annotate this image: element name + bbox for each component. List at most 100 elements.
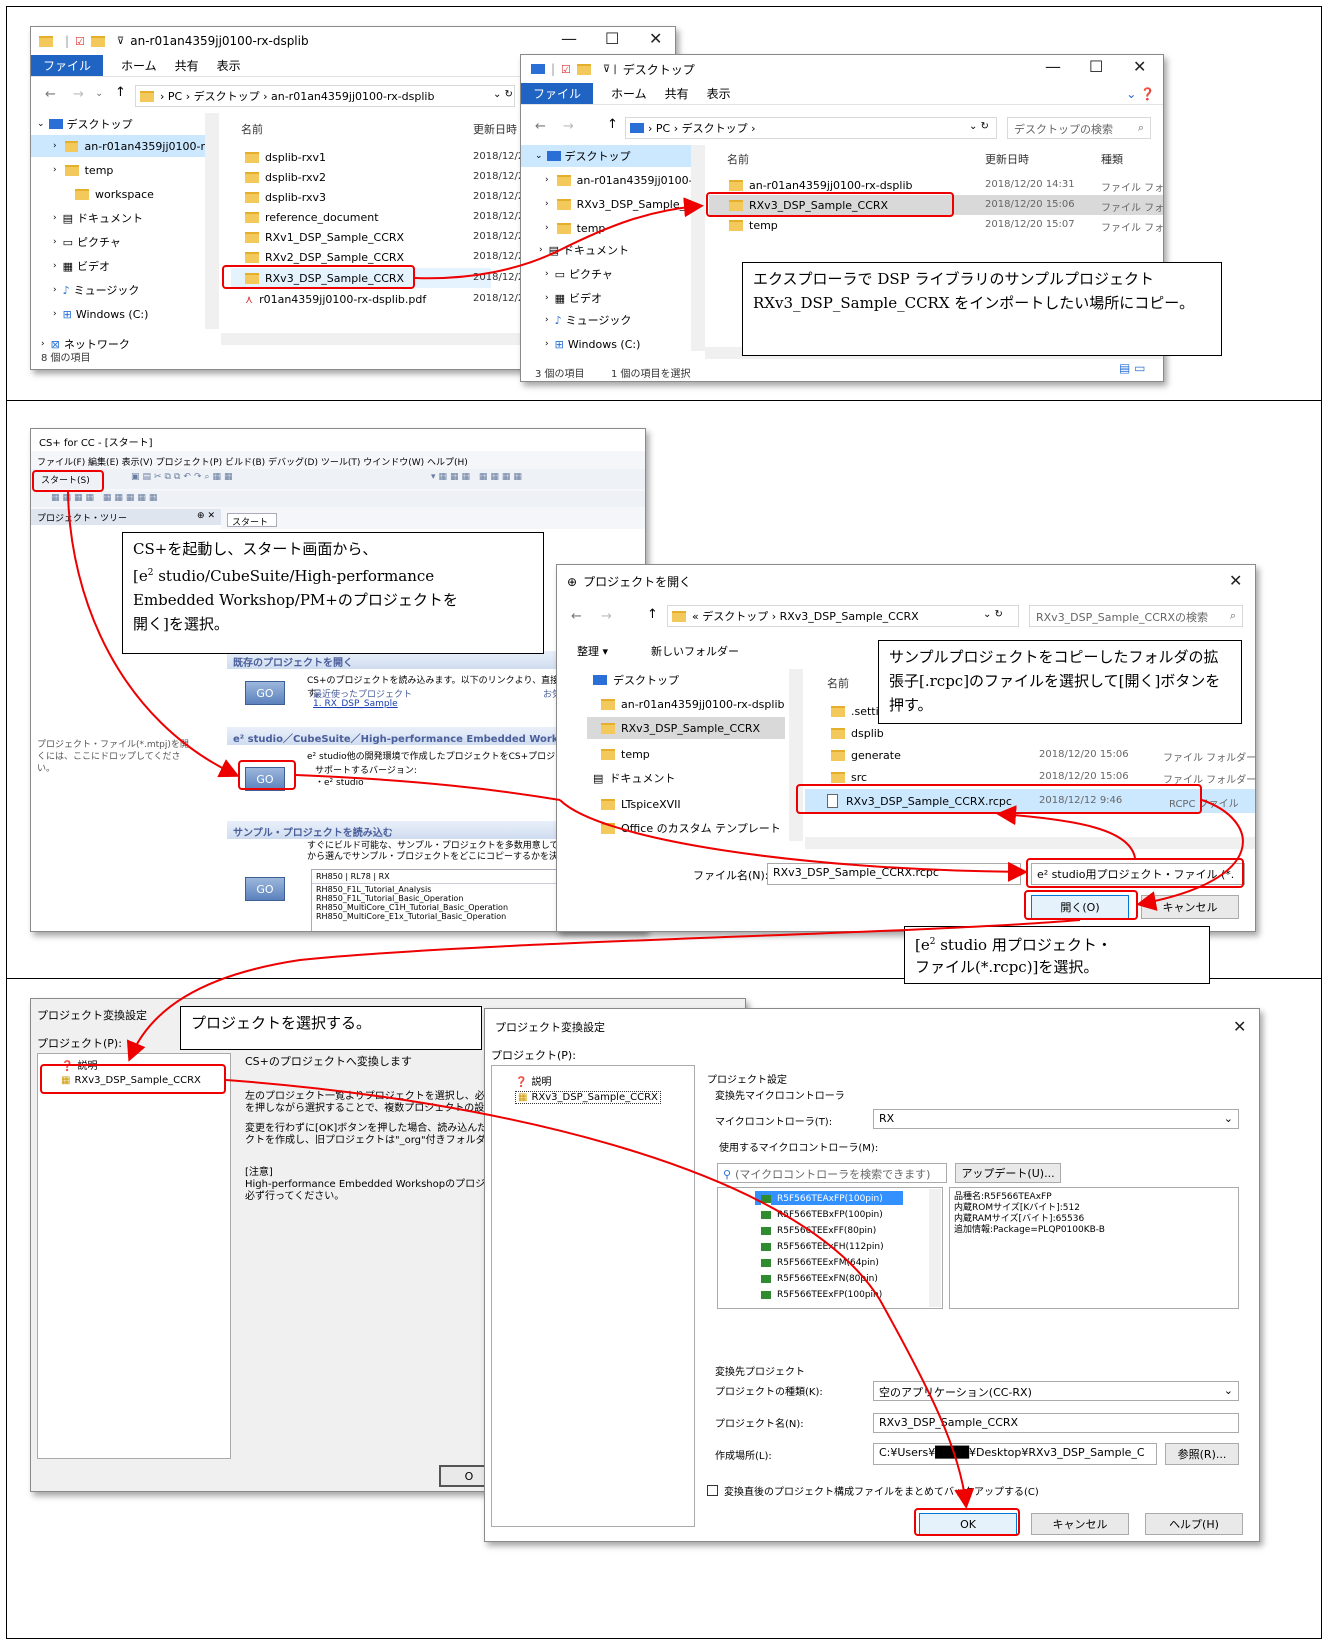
back-arrow-icon[interactable]: ← xyxy=(571,609,582,624)
up-arrow-icon[interactable]: ↑ xyxy=(647,607,658,622)
mcu-select[interactable]: RX ⌄ xyxy=(873,1109,1239,1129)
nav-dsplib[interactable]: an-r01an4359jj0100-rx-dsplib xyxy=(601,693,784,715)
mcu-list-scrollbar[interactable] xyxy=(929,1189,941,1307)
nav-dsplib[interactable]: › an-r01an4359jj0100-r xyxy=(31,135,205,157)
list-item[interactable]: R5F566TEExFH(112pin) xyxy=(777,1239,884,1255)
list-item[interactable]: R5F566TEExFP(100pin) xyxy=(777,1287,884,1303)
nav-desktop[interactable]: ⌄ デスクトップ xyxy=(37,113,133,135)
mcu-search-input[interactable]: ⚲ (マイクロコントローラを検索できます) xyxy=(717,1163,947,1183)
refresh-icon[interactable]: ⌄ ↻ xyxy=(983,609,1003,620)
nav-scrollbar[interactable] xyxy=(691,145,705,351)
file-row[interactable]: reference_document xyxy=(245,207,379,227)
back-arrow-icon[interactable]: ← xyxy=(535,119,546,134)
nav-scrollbar[interactable] xyxy=(789,669,803,841)
project-tree[interactable] xyxy=(37,1053,231,1459)
browse-button[interactable]: 参照(R)... xyxy=(1165,1443,1239,1465)
chevron-down-icon[interactable]: ⌄ xyxy=(95,88,103,99)
cancel-button[interactable]: キャンセル xyxy=(1031,1513,1129,1535)
ribbon-tab-file[interactable]: ファイル xyxy=(31,55,104,76)
nav-rxv3[interactable]: RXv3_DSP_Sample_CCRX xyxy=(587,717,785,739)
dropdown-icon[interactable]: ⊽ xyxy=(117,36,124,47)
tab-start[interactable]: スタート xyxy=(227,513,277,528)
nav-windows-c[interactable]: › ⊞ Windows (C:) xyxy=(53,303,148,325)
nav-music[interactable]: › ♪ ミュージック xyxy=(53,279,139,301)
ribbon-tab-share[interactable]: 共有 xyxy=(665,85,689,102)
close-icon[interactable]: ✕ xyxy=(1229,571,1242,590)
nav-desktop[interactable]: ⌄ デスクトップ xyxy=(521,145,691,167)
list-item[interactable]: R5F566TEExFN(80pin) xyxy=(777,1271,884,1287)
column-date[interactable]: 更新日時 xyxy=(985,151,1029,167)
forward-arrow-icon[interactable]: → xyxy=(601,609,612,624)
recent-project-link[interactable]: 1. RX_DSP_Sample xyxy=(313,699,398,709)
file-row[interactable]: dsplib-rxv1 xyxy=(245,147,326,167)
go-button-open[interactable]: GO xyxy=(245,681,285,705)
nav-pictures[interactable]: › ▭ ピクチャ xyxy=(545,263,613,285)
column-type[interactable]: 種類 xyxy=(1101,151,1123,167)
project-tree[interactable] xyxy=(491,1065,695,1527)
nav-documents[interactable]: › ▤ ドキュメント xyxy=(53,207,143,229)
file-row[interactable]: dsplib-rxv3 xyxy=(245,187,326,207)
close-icon[interactable]: ✕ xyxy=(649,29,662,48)
nav-documents[interactable]: ▤ ドキュメント xyxy=(593,767,675,789)
close-icon[interactable]: ✕ xyxy=(1233,1017,1246,1036)
list-item[interactable]: R5F566TEAxFP(100pin) xyxy=(777,1191,884,1207)
up-arrow-icon[interactable]: ↑ xyxy=(607,117,618,132)
address-bar[interactable]: › PC › デスクトップ › an-r01an4359jj0100-rx-ds… xyxy=(135,85,515,107)
dropdown-icon[interactable]: ⊽ | xyxy=(603,64,617,75)
nav-ltspice[interactable]: LTspiceXVII xyxy=(601,793,681,815)
ribbon-tab-home[interactable]: ホーム xyxy=(611,85,647,102)
go-button-sample[interactable]: GO xyxy=(245,877,285,901)
list-item[interactable]: R5F566TEExFM(64pin) xyxy=(777,1255,884,1271)
help-icon[interactable]: ⌄ ❓ xyxy=(1126,87,1155,101)
search-input[interactable]: RXv3_DSP_Sample_CCRXの検索 ⌕ xyxy=(1029,605,1243,627)
organize-menu[interactable]: 整理 ▾ xyxy=(577,643,608,659)
nav-pictures[interactable]: › ▭ ピクチャ xyxy=(53,231,121,253)
file-row[interactable]: ⋏ r01an4359jj0100-rx-dsplib.pdf xyxy=(245,289,426,309)
nav-workspace[interactable]: workspace xyxy=(75,183,154,205)
column-name[interactable]: 名前 xyxy=(241,121,263,137)
file-row[interactable]: RXv1_DSP_Sample_CCRX xyxy=(245,227,404,247)
nav-videos[interactable]: › ▦ ビデオ xyxy=(545,287,602,309)
list-item[interactable]: R5F566TEExFF(80pin) xyxy=(777,1223,884,1239)
file-row[interactable]: dsplib-rxv2 xyxy=(245,167,326,187)
minimize-icon[interactable]: — xyxy=(561,29,577,48)
name-input[interactable]: RXv3_DSP_Sample_CCRX xyxy=(873,1413,1239,1433)
ribbon-tab-view[interactable]: 表示 xyxy=(217,57,241,74)
nav-documents[interactable]: › ▤ ドキュメント xyxy=(539,239,629,261)
details-view-icon[interactable]: ▤ ▭ xyxy=(1119,361,1146,375)
column-date[interactable]: 更新日時 xyxy=(473,121,517,137)
maximize-icon[interactable]: ☐ xyxy=(1089,57,1103,76)
maximize-icon[interactable]: ☐ xyxy=(605,29,619,48)
ribbon-tab-share[interactable]: 共有 xyxy=(175,57,199,74)
nav-temp[interactable]: temp xyxy=(601,743,650,765)
address-bar[interactable]: › PC › デスクトップ › xyxy=(625,117,997,139)
minimize-icon[interactable]: — xyxy=(1045,57,1061,76)
cancel-button[interactable]: キャンセル xyxy=(1141,895,1239,919)
nav-desktop[interactable]: デスクトップ xyxy=(593,669,679,691)
new-folder-button[interactable]: 新しいフォルダー xyxy=(651,643,739,659)
backup-checkbox[interactable]: 変換直後のプロジェクト構成ファイルをまとめてバックアップする(C) xyxy=(707,1483,1039,1498)
search-input[interactable]: デスクトップの検索 ⌕ xyxy=(1007,117,1151,139)
close-icon[interactable]: ✕ xyxy=(1133,57,1146,76)
tree-item-description[interactable]: ❓ 説明 xyxy=(515,1073,551,1088)
nav-temp[interactable]: › temp xyxy=(545,217,605,239)
file-row[interactable]: dsplib xyxy=(831,723,884,743)
nav-temp[interactable]: › temp xyxy=(53,159,113,181)
horizontal-scrollbar[interactable] xyxy=(805,837,1255,849)
forward-arrow-icon[interactable]: → xyxy=(563,119,574,134)
location-select[interactable]: C:¥Users¥████¥Desktop¥RXv3_DSP_Sample_C xyxy=(873,1443,1157,1465)
kind-select[interactable]: 空のアプリケーション(CC-RX) ⌄ xyxy=(873,1381,1239,1401)
file-row[interactable]: generate xyxy=(831,745,901,765)
nav-rxv3[interactable]: › RXv3_DSP_Sample_CC xyxy=(545,193,701,215)
help-button[interactable]: ヘルプ(H) xyxy=(1145,1513,1243,1535)
nav-scrollbar[interactable] xyxy=(205,113,219,329)
back-arrow-icon[interactable]: ← xyxy=(45,87,56,102)
refresh-icon[interactable]: ⌄ ↻ xyxy=(493,89,513,100)
column-name[interactable]: 名前 xyxy=(827,675,849,691)
column-name[interactable]: 名前 xyxy=(727,151,749,167)
nav-windows-c[interactable]: › ⊞ Windows (C:) xyxy=(545,333,640,355)
update-button[interactable]: アップデート(U)... xyxy=(955,1163,1061,1183)
nav-music[interactable]: › ♪ ミュージック xyxy=(545,309,631,331)
refresh-icon[interactable]: ⌄ ↻ xyxy=(969,121,989,132)
toolbar-icons[interactable]: ▣▤✂⧉⧉↶↷⌕▦▦ xyxy=(131,472,236,482)
